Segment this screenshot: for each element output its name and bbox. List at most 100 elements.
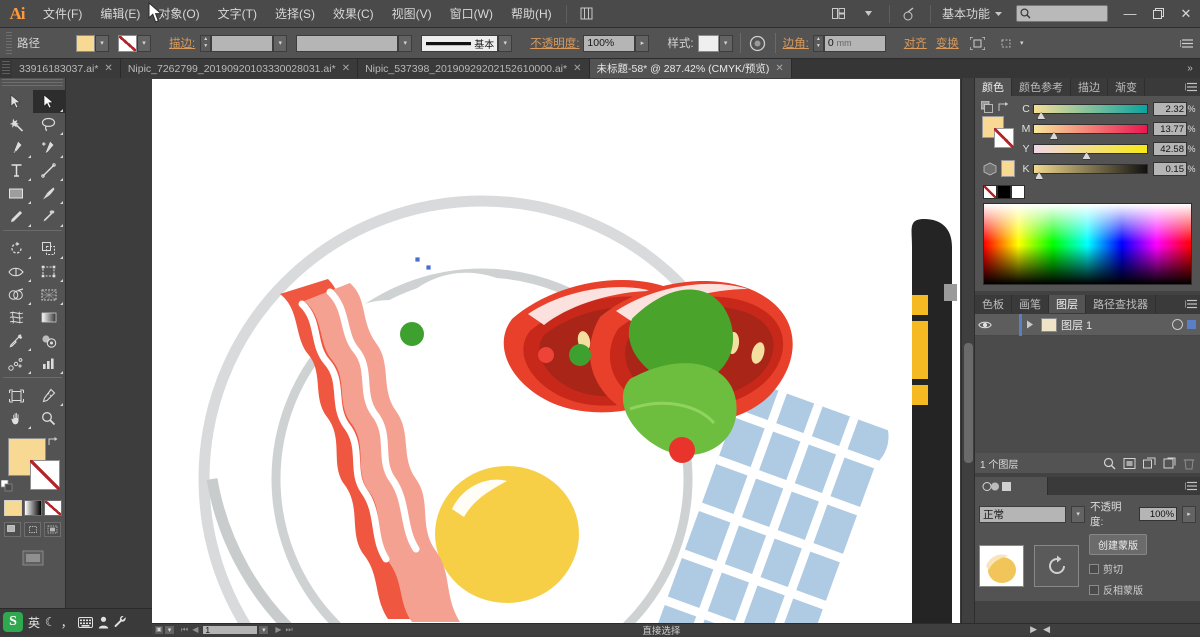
layer-target-icon[interactable] <box>1172 319 1183 330</box>
draw-behind-button[interactable] <box>24 522 41 537</box>
free-transform-tool[interactable] <box>33 260 66 283</box>
none-swatch[interactable] <box>983 185 997 199</box>
controlbar-panel-menu-icon[interactable] <box>1180 33 1200 53</box>
add-anchor-point-tool[interactable] <box>33 136 66 159</box>
white-swatch[interactable] <box>1011 185 1025 199</box>
recolor-artwork-icon[interactable] <box>748 33 768 53</box>
artboard-dropdown-icon[interactable]: ▾ <box>164 624 175 635</box>
first-artboard-icon[interactable]: ⏮ <box>181 625 188 635</box>
menu-edit[interactable]: 编辑(E) <box>91 0 149 28</box>
status-next-icon[interactable]: ▶ <box>1030 624 1037 635</box>
slider-k-thumb[interactable] <box>1034 172 1044 180</box>
menu-effect[interactable]: 效果(C) <box>324 0 383 28</box>
color-panel-menu-icon[interactable] <box>1182 78 1200 96</box>
delete-layer-icon[interactable] <box>1183 457 1195 470</box>
opacity-dropdown-icon[interactable]: ▸ <box>635 34 650 52</box>
tab-swatches[interactable]: 色板 <box>975 295 1012 313</box>
tab-color-guide[interactable]: 颜色参考 <box>1012 78 1071 96</box>
mesh-tool[interactable] <box>0 306 33 329</box>
corner-spinner[interactable]: ▲ ▼ <box>812 34 824 52</box>
swap-colors-icon[interactable] <box>998 101 1010 113</box>
blend-mode-select[interactable]: 正常 <box>979 505 1067 523</box>
channel-value-y[interactable]: 42.58 <box>1153 142 1187 156</box>
stroke-swatch[interactable] <box>118 34 137 52</box>
menu-object[interactable]: 对象(O) <box>149 0 208 28</box>
stroke-dropdown-icon[interactable]: ▾ <box>137 34 151 52</box>
slider-c-thumb[interactable] <box>1036 112 1046 120</box>
workspace-switcher[interactable]: 基本功能 <box>936 5 1008 22</box>
scrollbar-thumb[interactable] <box>964 343 973 463</box>
corner-radius-field[interactable]: 0 mm <box>823 34 886 52</box>
lasso-tool[interactable] <box>33 113 66 136</box>
next-artboard-icon[interactable]: ▶ <box>275 625 281 634</box>
blend-tool[interactable] <box>33 329 66 352</box>
toolbar-grip[interactable] <box>2 79 63 88</box>
fill-swatch[interactable] <box>76 34 95 52</box>
canvas-vertical-scrollbar[interactable] <box>961 78 974 623</box>
chevron-right-icon[interactable] <box>1026 320 1034 329</box>
select-similar-icon[interactable] <box>997 33 1017 53</box>
fill-dropdown-icon[interactable]: ▾ <box>95 34 109 52</box>
gradient-mode-button[interactable] <box>23 500 42 516</box>
invert-mask-checkbox[interactable] <box>1089 584 1099 595</box>
transparency-artwork-thumbnail[interactable] <box>979 544 1024 587</box>
document-tab[interactable]: Nipic_537398_20190929202152610000.ai* ✕ <box>358 59 590 78</box>
layer-name[interactable]: 图层 1 <box>1061 317 1168 333</box>
document-tab-active[interactable]: 未标题-58* @ 287.42% (CMYK/预览) ✕ <box>589 59 792 78</box>
clip-checkbox-row[interactable]: 剪切 <box>1089 561 1147 576</box>
menu-view[interactable]: 视图(V) <box>383 0 441 28</box>
device-preview-icon[interactable] <box>897 3 923 25</box>
tab-close-icon[interactable]: ✕ <box>342 63 350 74</box>
last-artboard-icon[interactable]: ⏭ <box>286 625 293 635</box>
fill-stroke-small-icon[interactable] <box>981 101 993 113</box>
person-icon[interactable] <box>98 616 109 629</box>
stroke-profile-dropdown-icon[interactable]: ▾ <box>498 34 513 52</box>
stroke-weight-field[interactable] <box>211 34 274 52</box>
none-mode-button[interactable] <box>43 500 62 516</box>
tab-brushes[interactable]: 画笔 <box>1012 295 1049 313</box>
scale-tool[interactable] <box>33 237 66 260</box>
close-button[interactable]: ✕ <box>1172 0 1200 28</box>
menu-type[interactable]: 文字(T) <box>209 0 266 28</box>
stroke-swatch-group[interactable]: ▾ <box>118 34 151 52</box>
tab-overflow-button[interactable]: » <box>1180 59 1200 78</box>
rectangle-tool[interactable] <box>0 182 33 205</box>
maximize-button[interactable] <box>1144 0 1172 28</box>
zoom-tool[interactable] <box>33 407 66 430</box>
line-segment-tool[interactable] <box>33 159 66 182</box>
slider-y-thumb[interactable] <box>1082 152 1092 160</box>
chevron-down-icon[interactable] <box>856 3 882 25</box>
layer-visibility-toggle[interactable] <box>975 320 995 330</box>
tab-close-icon[interactable]: ✕ <box>104 63 112 74</box>
draw-normal-button[interactable] <box>4 522 21 537</box>
color-cube-icon[interactable] <box>983 162 997 176</box>
bridge-icon[interactable] <box>574 3 600 25</box>
comma-icon[interactable]: ， <box>61 614 73 631</box>
artboard-icon[interactable]: ▣ <box>154 624 164 635</box>
corner-label[interactable]: 边角: <box>783 35 809 51</box>
type-tool[interactable] <box>0 159 33 182</box>
rotate-tool[interactable] <box>0 237 33 260</box>
create-new-layer-icon[interactable] <box>1163 457 1176 470</box>
gradient-tool[interactable] <box>33 306 66 329</box>
menu-help[interactable]: 帮助(H) <box>502 0 561 28</box>
artboard-number-field[interactable]: 1 <box>202 624 259 635</box>
select-similar-dropdown-icon[interactable]: ▾ <box>1017 35 1027 52</box>
layer-list[interactable]: 图层 1 <box>975 313 1200 453</box>
pen-tool[interactable] <box>0 136 33 159</box>
fill-swatch-group[interactable]: ▾ <box>76 34 109 52</box>
isolate-selected-icon[interactable] <box>968 33 988 53</box>
stroke-weight-dropdown-icon[interactable]: ▾ <box>273 34 288 52</box>
blob-brush-tool[interactable] <box>33 205 66 228</box>
controlbar-grip[interactable] <box>6 32 12 54</box>
locate-object-icon[interactable] <box>1103 457 1116 470</box>
transparency-mask-thumbnail[interactable] <box>1034 544 1079 587</box>
draw-inside-button[interactable] <box>44 522 61 537</box>
tab-gradient[interactable]: 渐变 <box>1108 78 1145 96</box>
tab-color[interactable]: 颜色 <box>975 78 1012 96</box>
hand-tool[interactable] <box>0 407 33 430</box>
stroke-profile-field[interactable]: 基本 <box>421 34 499 52</box>
tab-close-icon[interactable]: ✕ <box>775 63 783 74</box>
transparency-opacity-dropdown-icon[interactable]: ▸ <box>1182 505 1196 523</box>
channel-value-k[interactable]: 0.15 <box>1153 162 1187 176</box>
